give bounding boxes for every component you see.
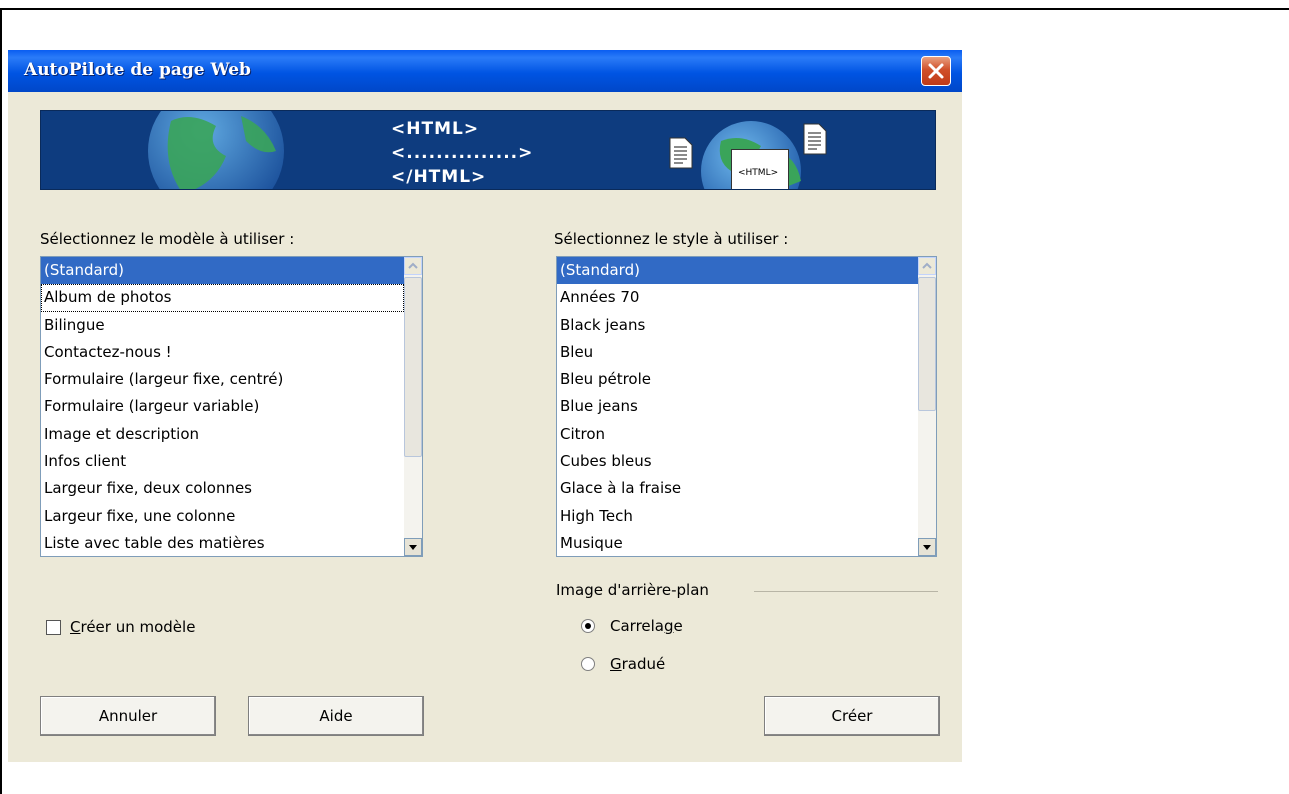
window-title: AutoPilote de page Web (24, 60, 251, 80)
close-icon (928, 63, 944, 79)
scroll-up-button[interactable] (918, 257, 936, 275)
scroll-thumb[interactable] (918, 277, 936, 411)
title-bar[interactable]: AutoPilote de page Web (8, 50, 962, 92)
scroll-thumb[interactable] (404, 277, 422, 457)
template-list[interactable]: (Standard) Album de photos Bilingue Contact… (40, 256, 423, 557)
list-item[interactable]: Album de photos (41, 284, 404, 312)
template-scrollbar[interactable] (404, 257, 422, 556)
document-icon (669, 137, 693, 169)
list-item[interactable]: Bleu pétrole (557, 366, 918, 393)
list-item[interactable]: Contactez-nous ! (41, 339, 404, 366)
create-template-label: Créer un modèle (70, 618, 196, 636)
list-item[interactable]: Liste avec table des matières (41, 530, 404, 556)
header-banner: <HTML> <...............> </HTML> <HTML> (40, 110, 936, 190)
list-item[interactable]: Bilingue (41, 312, 404, 339)
template-list-items: (Standard) Album de photos Bilingue Contact… (41, 257, 404, 556)
list-item[interactable]: Citron (557, 421, 918, 448)
scroll-down-button[interactable] (404, 538, 422, 556)
html-document-icon: <HTML> (731, 149, 789, 189)
banner-line-1: <HTML> (391, 119, 480, 139)
help-button[interactable]: Aide (248, 696, 424, 736)
gradient-radio[interactable] (581, 657, 595, 671)
style-scrollbar[interactable] (918, 257, 936, 556)
tiling-radio[interactable] (581, 619, 595, 633)
list-item[interactable]: Années 70 (557, 284, 918, 311)
list-item[interactable]: Musique (557, 530, 918, 556)
banner-line-3: </HTML> (391, 167, 487, 187)
create-button[interactable]: Créer (764, 696, 940, 736)
list-item[interactable]: Bleu (557, 339, 918, 366)
list-item[interactable]: Blue jeans (557, 393, 918, 420)
tiling-label: Carrelage (610, 617, 683, 635)
list-item[interactable]: Formulaire (largeur fixe, centré) (41, 366, 404, 393)
scroll-up-button[interactable] (404, 257, 422, 275)
list-item[interactable]: Image et description (41, 421, 404, 448)
gradient-label: Gradué (610, 655, 666, 673)
list-item[interactable]: Infos client (41, 448, 404, 475)
html-document-label: <HTML> (738, 168, 779, 178)
arrow-down-icon (923, 545, 931, 550)
style-list[interactable]: (Standard) Années 70 Black jeans Bleu Bleu p… (556, 256, 937, 557)
autopilot-dialog: AutoPilote de page Web <HTML> <.........… (8, 50, 962, 762)
cancel-button[interactable]: Annuler (40, 696, 216, 736)
group-divider (754, 591, 938, 592)
close-button[interactable] (921, 56, 951, 86)
arrow-up-icon (408, 262, 418, 269)
template-label: Sélectionnez le modèle à utiliser : (40, 230, 295, 248)
list-item[interactable]: Glace à la fraise (557, 475, 918, 502)
create-template-checkbox[interactable] (46, 620, 61, 635)
style-label: Sélectionnez le style à utiliser : (554, 230, 789, 248)
list-item[interactable]: Formulaire (largeur variable) (41, 393, 404, 420)
banner-code: <HTML> <...............> </HTML> (391, 117, 533, 189)
arrow-up-icon (922, 262, 932, 269)
arrow-down-icon (409, 545, 417, 550)
document-icon (803, 123, 827, 155)
list-item[interactable]: (Standard) (557, 257, 918, 285)
list-item[interactable]: Largeur fixe, une colonne (41, 503, 404, 530)
scroll-down-button[interactable] (918, 538, 936, 556)
banner-line-2: <...............> (391, 143, 534, 163)
background-image-label: Image d'arrière-plan (556, 581, 709, 599)
list-item[interactable]: Black jeans (557, 312, 918, 339)
style-list-items: (Standard) Années 70 Black jeans Bleu Bleu p… (557, 257, 918, 556)
list-item[interactable]: High Tech (557, 503, 918, 530)
list-item[interactable]: Cubes bleus (557, 448, 918, 475)
list-item[interactable]: Largeur fixe, deux colonnes (41, 475, 404, 502)
list-item[interactable]: (Standard) (41, 257, 404, 285)
